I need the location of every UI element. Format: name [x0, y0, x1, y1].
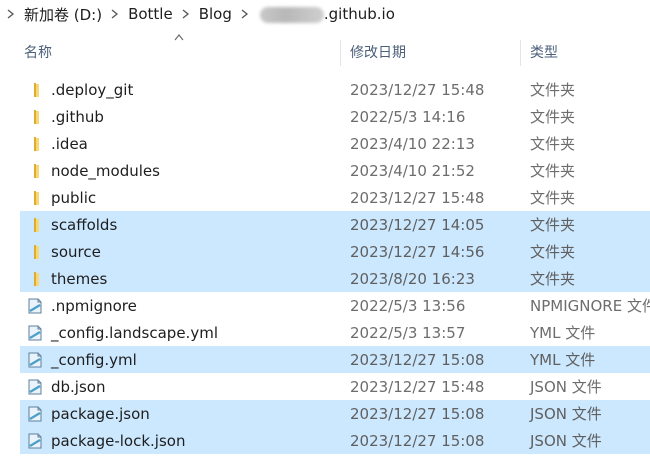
file-name[interactable]: db.json: [51, 378, 105, 396]
column-header-modified[interactable]: 修改日期: [350, 36, 406, 68]
file-type: 文件夹: [530, 81, 576, 99]
file-name[interactable]: package.json: [51, 405, 150, 423]
file-row[interactable]: package.json 2023/12/27 15:08 JSON 文件: [20, 400, 650, 427]
column-header-type[interactable]: 类型: [530, 36, 558, 68]
file-name[interactable]: .deploy_git: [51, 81, 133, 99]
column-header-bar: 名称 修改日期 类型: [0, 34, 650, 68]
breadcrumb-drive[interactable]: 新加卷 (D:): [22, 4, 104, 25]
redacted-username: [259, 6, 324, 23]
file-type: 文件夹: [530, 270, 576, 288]
file-type: JSON 文件: [530, 432, 602, 450]
file-row[interactable]: _config.landscape.yml 2022/5/3 13:57 YML 文…: [20, 319, 650, 346]
folder-icon: [26, 136, 44, 152]
file-name[interactable]: scaffolds: [51, 216, 117, 234]
file-modified-date: 2023/8/20 16:23: [350, 269, 475, 288]
chevron-right-icon[interactable]: [0, 0, 22, 28]
column-header-name[interactable]: 名称: [24, 36, 52, 68]
file-row[interactable]: db.json 2023/12/27 15:48 JSON 文件: [20, 373, 650, 400]
file-row[interactable]: _config.yml 2023/12/27 15:08 YML 文件: [20, 346, 650, 373]
file-type: NPMIGNORE 文件: [530, 297, 650, 315]
file-modified-date: 2023/12/27 15:08: [350, 431, 485, 450]
folder-icon: [26, 244, 44, 260]
file-name[interactable]: _config.landscape.yml: [51, 324, 218, 342]
file-type: 文件夹: [530, 135, 576, 153]
file-modified-date: 2023/12/27 15:08: [350, 404, 485, 423]
chevron-right-icon[interactable]: [175, 0, 197, 28]
file-modified-date: 2023/12/27 14:05: [350, 215, 485, 234]
file-type: 文件夹: [530, 108, 576, 126]
file-name[interactable]: .npmignore: [51, 297, 137, 315]
folder-icon: [26, 163, 44, 179]
file-name[interactable]: themes: [51, 270, 107, 288]
file-row[interactable]: themes 2023/8/20 16:23 文件夹: [20, 265, 650, 292]
file-name[interactable]: _config.yml: [51, 351, 137, 369]
file-name[interactable]: node_modules: [51, 162, 160, 180]
file-row[interactable]: .deploy_git 2023/12/27 15:48 文件夹: [20, 76, 650, 103]
file-name[interactable]: .idea: [51, 135, 88, 153]
breadcrumb: 新加卷 (D:) Bottle Blog .github.io: [0, 0, 650, 28]
file-modified-date: 2023/12/27 15:48: [350, 377, 485, 396]
file-icon: [26, 325, 44, 341]
file-modified-date: 2023/12/27 15:48: [350, 188, 485, 207]
file-row[interactable]: scaffolds 2023/12/27 14:05 文件夹: [20, 211, 650, 238]
folder-icon: [26, 82, 44, 98]
file-row[interactable]: package-lock.json 2023/12/27 15:08 JSON 文件: [20, 427, 650, 454]
file-row[interactable]: node_modules 2023/4/10 21:52 文件夹: [20, 157, 650, 184]
breadcrumb-blog[interactable]: Blog: [197, 5, 234, 23]
file-row[interactable]: .idea 2023/4/10 22:13 文件夹: [20, 130, 650, 157]
file-name[interactable]: package-lock.json: [51, 432, 185, 450]
folder-icon: [26, 190, 44, 206]
folder-icon: [26, 271, 44, 287]
breadcrumb-bottle[interactable]: Bottle: [126, 5, 175, 23]
breadcrumb-repo-suffix: .github.io: [323, 5, 395, 23]
file-type: YML 文件: [530, 324, 596, 342]
file-name[interactable]: public: [51, 189, 96, 207]
chevron-right-icon[interactable]: [234, 0, 256, 28]
file-row[interactable]: source 2023/12/27 14:56 文件夹: [20, 238, 650, 265]
file-type: YML 文件: [530, 351, 596, 369]
file-modified-date: 2023/4/10 22:13: [350, 134, 475, 153]
folder-icon: [26, 217, 44, 233]
column-divider[interactable]: [520, 40, 521, 66]
file-type: JSON 文件: [530, 405, 602, 423]
file-modified-date: 2023/12/27 15:08: [350, 350, 485, 369]
file-modified-date: 2023/12/27 15:48: [350, 80, 485, 99]
sort-ascending-icon: [174, 34, 184, 41]
column-divider[interactable]: [340, 40, 341, 66]
file-icon: [26, 406, 44, 422]
file-type: 文件夹: [530, 216, 576, 234]
file-modified-date: 2022/5/3 13:57: [350, 323, 466, 342]
file-type: 文件夹: [530, 162, 576, 180]
file-icon: [26, 379, 44, 395]
breadcrumb-repo[interactable]: .github.io: [256, 5, 397, 23]
file-modified-date: 2023/4/10 21:52: [350, 161, 475, 180]
file-icon: [26, 352, 44, 368]
file-row[interactable]: .npmignore 2022/5/3 13:56 NPMIGNORE 文件: [20, 292, 650, 319]
chevron-right-icon[interactable]: [104, 0, 126, 28]
file-row[interactable]: public 2023/12/27 15:48 文件夹: [20, 184, 650, 211]
file-icon: [26, 298, 44, 314]
file-name[interactable]: .github: [51, 108, 104, 126]
file-modified-date: 2022/5/3 14:16: [350, 107, 466, 126]
file-type: JSON 文件: [530, 378, 602, 396]
file-modified-date: 2023/12/27 14:56: [350, 242, 485, 261]
file-type: 文件夹: [530, 243, 576, 261]
file-icon: [26, 433, 44, 449]
file-list: .deploy_git 2023/12/27 15:48 文件夹 .github 20…: [20, 76, 650, 454]
folder-icon: [26, 109, 44, 125]
file-row[interactable]: .github 2022/5/3 14:16 文件夹: [20, 103, 650, 130]
file-type: 文件夹: [530, 189, 576, 207]
file-name[interactable]: source: [51, 243, 101, 261]
file-modified-date: 2022/5/3 13:56: [350, 296, 466, 315]
